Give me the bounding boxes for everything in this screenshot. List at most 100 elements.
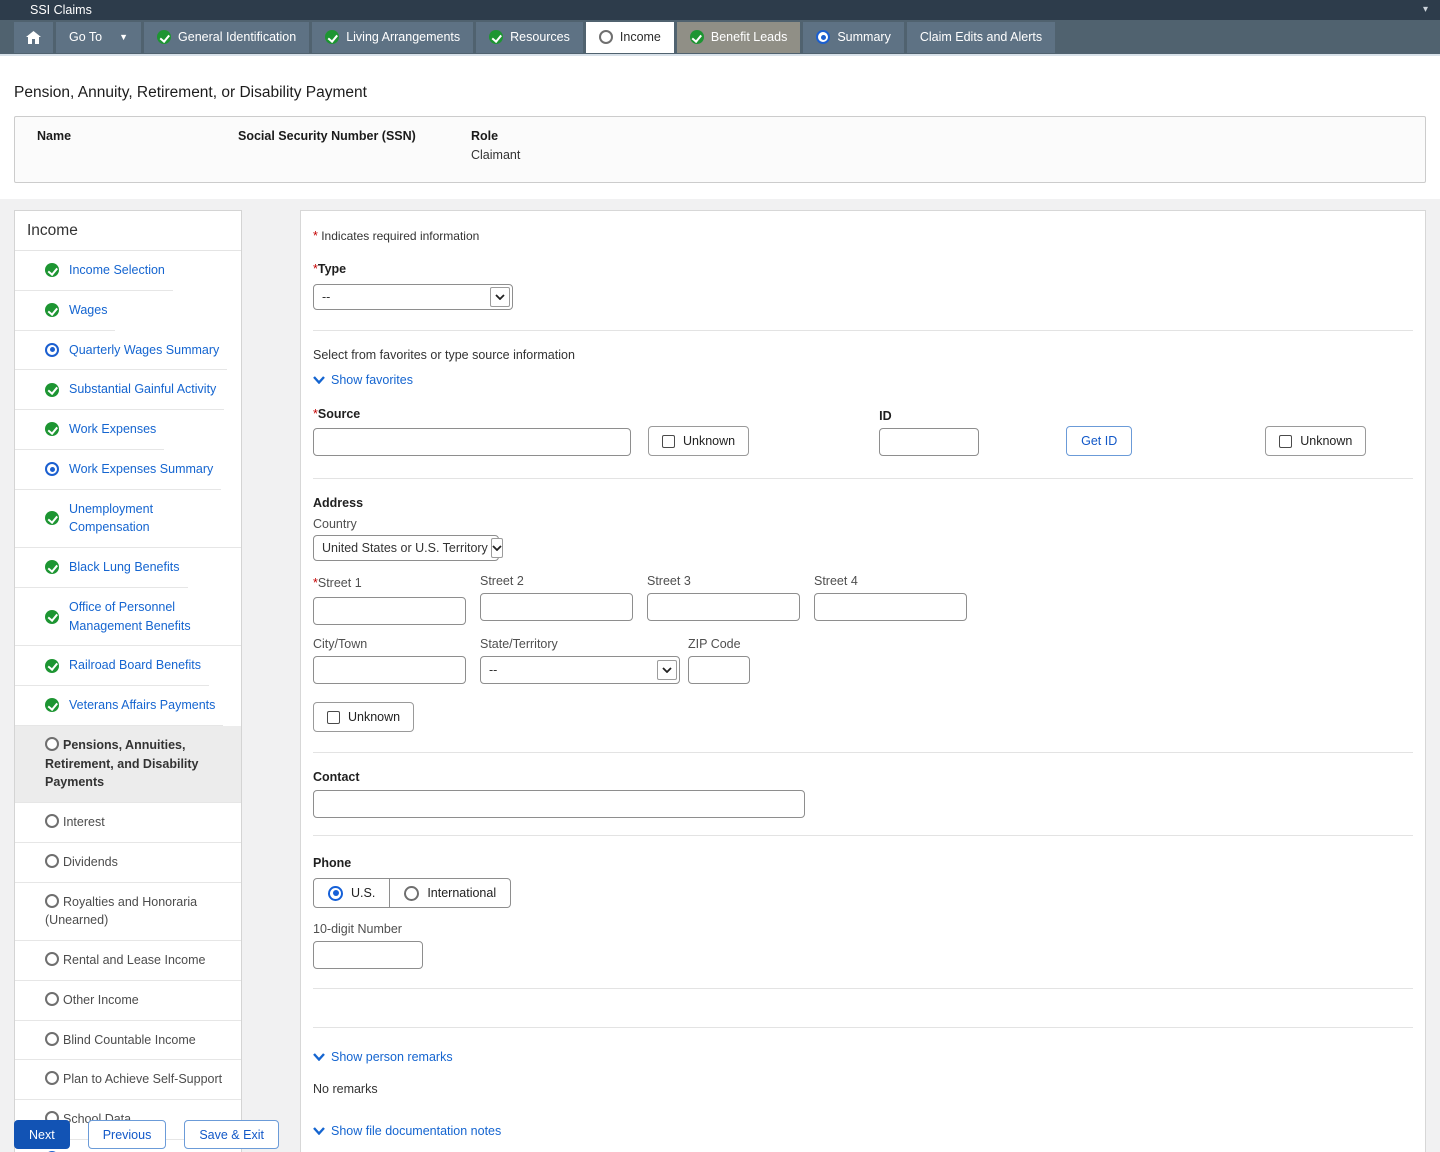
- id-input[interactable]: [879, 428, 979, 456]
- street2-input[interactable]: [480, 593, 633, 621]
- street4-input[interactable]: [814, 593, 967, 621]
- home-button[interactable]: [14, 22, 53, 53]
- sidebar-item-label: Quarterly Wages Summary: [69, 341, 219, 360]
- status-radio-icon: [816, 30, 830, 44]
- form-column: * Indicates required information *Type -…: [300, 210, 1426, 1152]
- street1-input[interactable]: [313, 597, 466, 625]
- phone-number-label: 10-digit Number: [313, 922, 1413, 936]
- circle-icon: [45, 1071, 59, 1085]
- circle-icon: [599, 30, 613, 44]
- city-input[interactable]: [313, 656, 466, 684]
- titlebar-dropdown-caret-icon[interactable]: ▾: [1423, 5, 1428, 15]
- tab-label: Resources: [510, 30, 570, 44]
- person-header: Name Social Security Number (SSN) Role C…: [14, 116, 1426, 183]
- sidebar-item-veterans-affairs-payments[interactable]: Veterans Affairs Payments: [15, 686, 223, 726]
- sidebar-item-label: Work Expenses: [69, 420, 156, 439]
- favorites-hint: Select from favorites or type source inf…: [313, 348, 1413, 362]
- chevron-down-icon: ▼: [119, 32, 128, 42]
- goto-menu[interactable]: Go To ▼: [56, 22, 141, 53]
- show-person-remarks-link[interactable]: Show person remarks: [313, 1050, 453, 1064]
- sidebar-item-label: Interest: [63, 815, 105, 829]
- divider: [313, 478, 1413, 479]
- show-favorites-link[interactable]: Show favorites: [313, 373, 413, 387]
- sidebar-item-blind-countable-income[interactable]: Blind Countable Income: [15, 1021, 241, 1061]
- sidebar-item-label: Royalties and Honoraria (Unearned): [45, 895, 197, 928]
- no-remarks-text: No remarks: [313, 1082, 1413, 1096]
- chevron-down-icon: [313, 1053, 325, 1061]
- sidebar-item-label: Black Lung Benefits: [69, 558, 180, 577]
- show-file-notes-link[interactable]: Show file documentation notes: [313, 1124, 501, 1138]
- sidebar-item-black-lung-benefits[interactable]: Black Lung Benefits: [15, 548, 188, 588]
- sidebar-item-substantial-gainful-activity[interactable]: Substantial Gainful Activity: [15, 370, 224, 410]
- save-exit-button[interactable]: Save & Exit: [184, 1120, 279, 1149]
- nav-tabs: General IdentificationLiving Arrangement…: [144, 22, 1058, 53]
- sidebar-item-work-expenses-summary[interactable]: Work Expenses Summary: [15, 450, 221, 490]
- phone-heading: Phone: [313, 856, 1413, 870]
- previous-button[interactable]: Previous: [88, 1120, 167, 1149]
- sidebar-item-work-expenses[interactable]: Work Expenses: [15, 410, 164, 450]
- tab-claim-edits-and-alerts[interactable]: Claim Edits and Alerts: [907, 22, 1055, 53]
- divider: [313, 835, 1413, 836]
- get-id-button[interactable]: Get ID: [1066, 426, 1132, 456]
- sidebar-list: Income SelectionWages Quarterly Wages Sum…: [15, 251, 241, 1152]
- phone-number-input[interactable]: [313, 941, 423, 969]
- tab-income[interactable]: Income: [586, 22, 674, 53]
- check-icon: [690, 30, 704, 44]
- phone-international-option[interactable]: International: [389, 879, 510, 907]
- contact-input[interactable]: [313, 790, 805, 818]
- sidebar-item-label: Substantial Gainful Activity: [69, 380, 216, 399]
- chevron-down-icon: [313, 1127, 325, 1135]
- address-unknown-checkbox[interactable]: Unknown: [313, 702, 414, 732]
- checkbox-icon: [327, 711, 340, 724]
- contact-label: Contact: [313, 770, 1413, 784]
- id-unknown-checkbox[interactable]: Unknown: [1265, 426, 1366, 456]
- sidebar-item-rental-and-lease-income[interactable]: Rental and Lease Income: [15, 941, 241, 981]
- tab-resources[interactable]: Resources: [476, 22, 583, 53]
- sidebar-item-other-income[interactable]: Other Income: [15, 981, 241, 1021]
- source-unknown-checkbox[interactable]: Unknown: [648, 426, 749, 456]
- phone-us-option[interactable]: U.S.: [314, 879, 389, 907]
- country-select[interactable]: United States or U.S. Territory: [313, 535, 499, 561]
- tab-living-arrangements[interactable]: Living Arrangements: [312, 22, 473, 53]
- tab-label: Claim Edits and Alerts: [920, 30, 1042, 44]
- title-bar: SSI Claims ▾: [0, 0, 1440, 20]
- tab-benefit-leads[interactable]: Benefit Leads: [677, 22, 800, 53]
- checkbox-icon: [1279, 435, 1292, 448]
- sidebar-item-quarterly-wages-summary[interactable]: Quarterly Wages Summary: [15, 331, 227, 371]
- sidebar-item-office-of-personnel-management-benefits[interactable]: Office of Personnel Management Benefits: [15, 588, 241, 647]
- circle-icon: [45, 814, 59, 828]
- sidebar-item-interest[interactable]: Interest: [15, 803, 241, 843]
- ssn-label: Social Security Number (SSN): [238, 129, 471, 143]
- sidebar-item-unemployment-compensation[interactable]: Unemployment Compensation: [15, 490, 241, 549]
- sidebar-item-label: Rental and Lease Income: [63, 953, 205, 967]
- sidebar-item-wages[interactable]: Wages: [15, 291, 115, 331]
- circle-icon: [45, 952, 59, 966]
- sidebar-item-income-selection[interactable]: Income Selection: [15, 251, 173, 291]
- tab-general-identification[interactable]: General Identification: [144, 22, 309, 53]
- zip-input[interactable]: [688, 656, 750, 684]
- type-select[interactable]: --: [313, 284, 513, 310]
- sidebar-item-royalties-and-honoraria-unearned[interactable]: Royalties and Honoraria (Unearned): [15, 883, 241, 942]
- income-sidebar: Income Income SelectionWagesQuarterly Wa…: [14, 210, 242, 1152]
- source-input[interactable]: [313, 428, 631, 456]
- sidebar-item-plan-to-achieve-self-support[interactable]: Plan to Achieve Self-Support: [15, 1060, 241, 1100]
- circle-icon: [45, 737, 59, 751]
- status-radio-icon: [45, 343, 59, 357]
- sidebar-item-label: Work Expenses Summary: [69, 460, 213, 479]
- zip-label: ZIP Code: [688, 637, 750, 651]
- state-select[interactable]: --: [480, 656, 680, 684]
- country-label: Country: [313, 517, 1413, 531]
- sidebar-item-label: Unemployment Compensation: [69, 500, 233, 538]
- status-radio-icon: [45, 462, 59, 476]
- sidebar-item-label: Veterans Affairs Payments: [69, 696, 215, 715]
- required-note: * Indicates required information: [313, 229, 1413, 243]
- check-icon: [45, 610, 59, 624]
- sidebar-item-railroad-board-benefits[interactable]: Railroad Board Benefits: [15, 646, 209, 686]
- tab-summary[interactable]: Summary: [803, 22, 903, 53]
- tab-label: Income: [620, 30, 661, 44]
- sidebar-item-dividends[interactable]: Dividends: [15, 843, 241, 883]
- circle-icon: [45, 1032, 59, 1046]
- street3-input[interactable]: [647, 593, 800, 621]
- radio-selected-icon: [328, 886, 343, 901]
- next-button[interactable]: Next: [14, 1120, 70, 1149]
